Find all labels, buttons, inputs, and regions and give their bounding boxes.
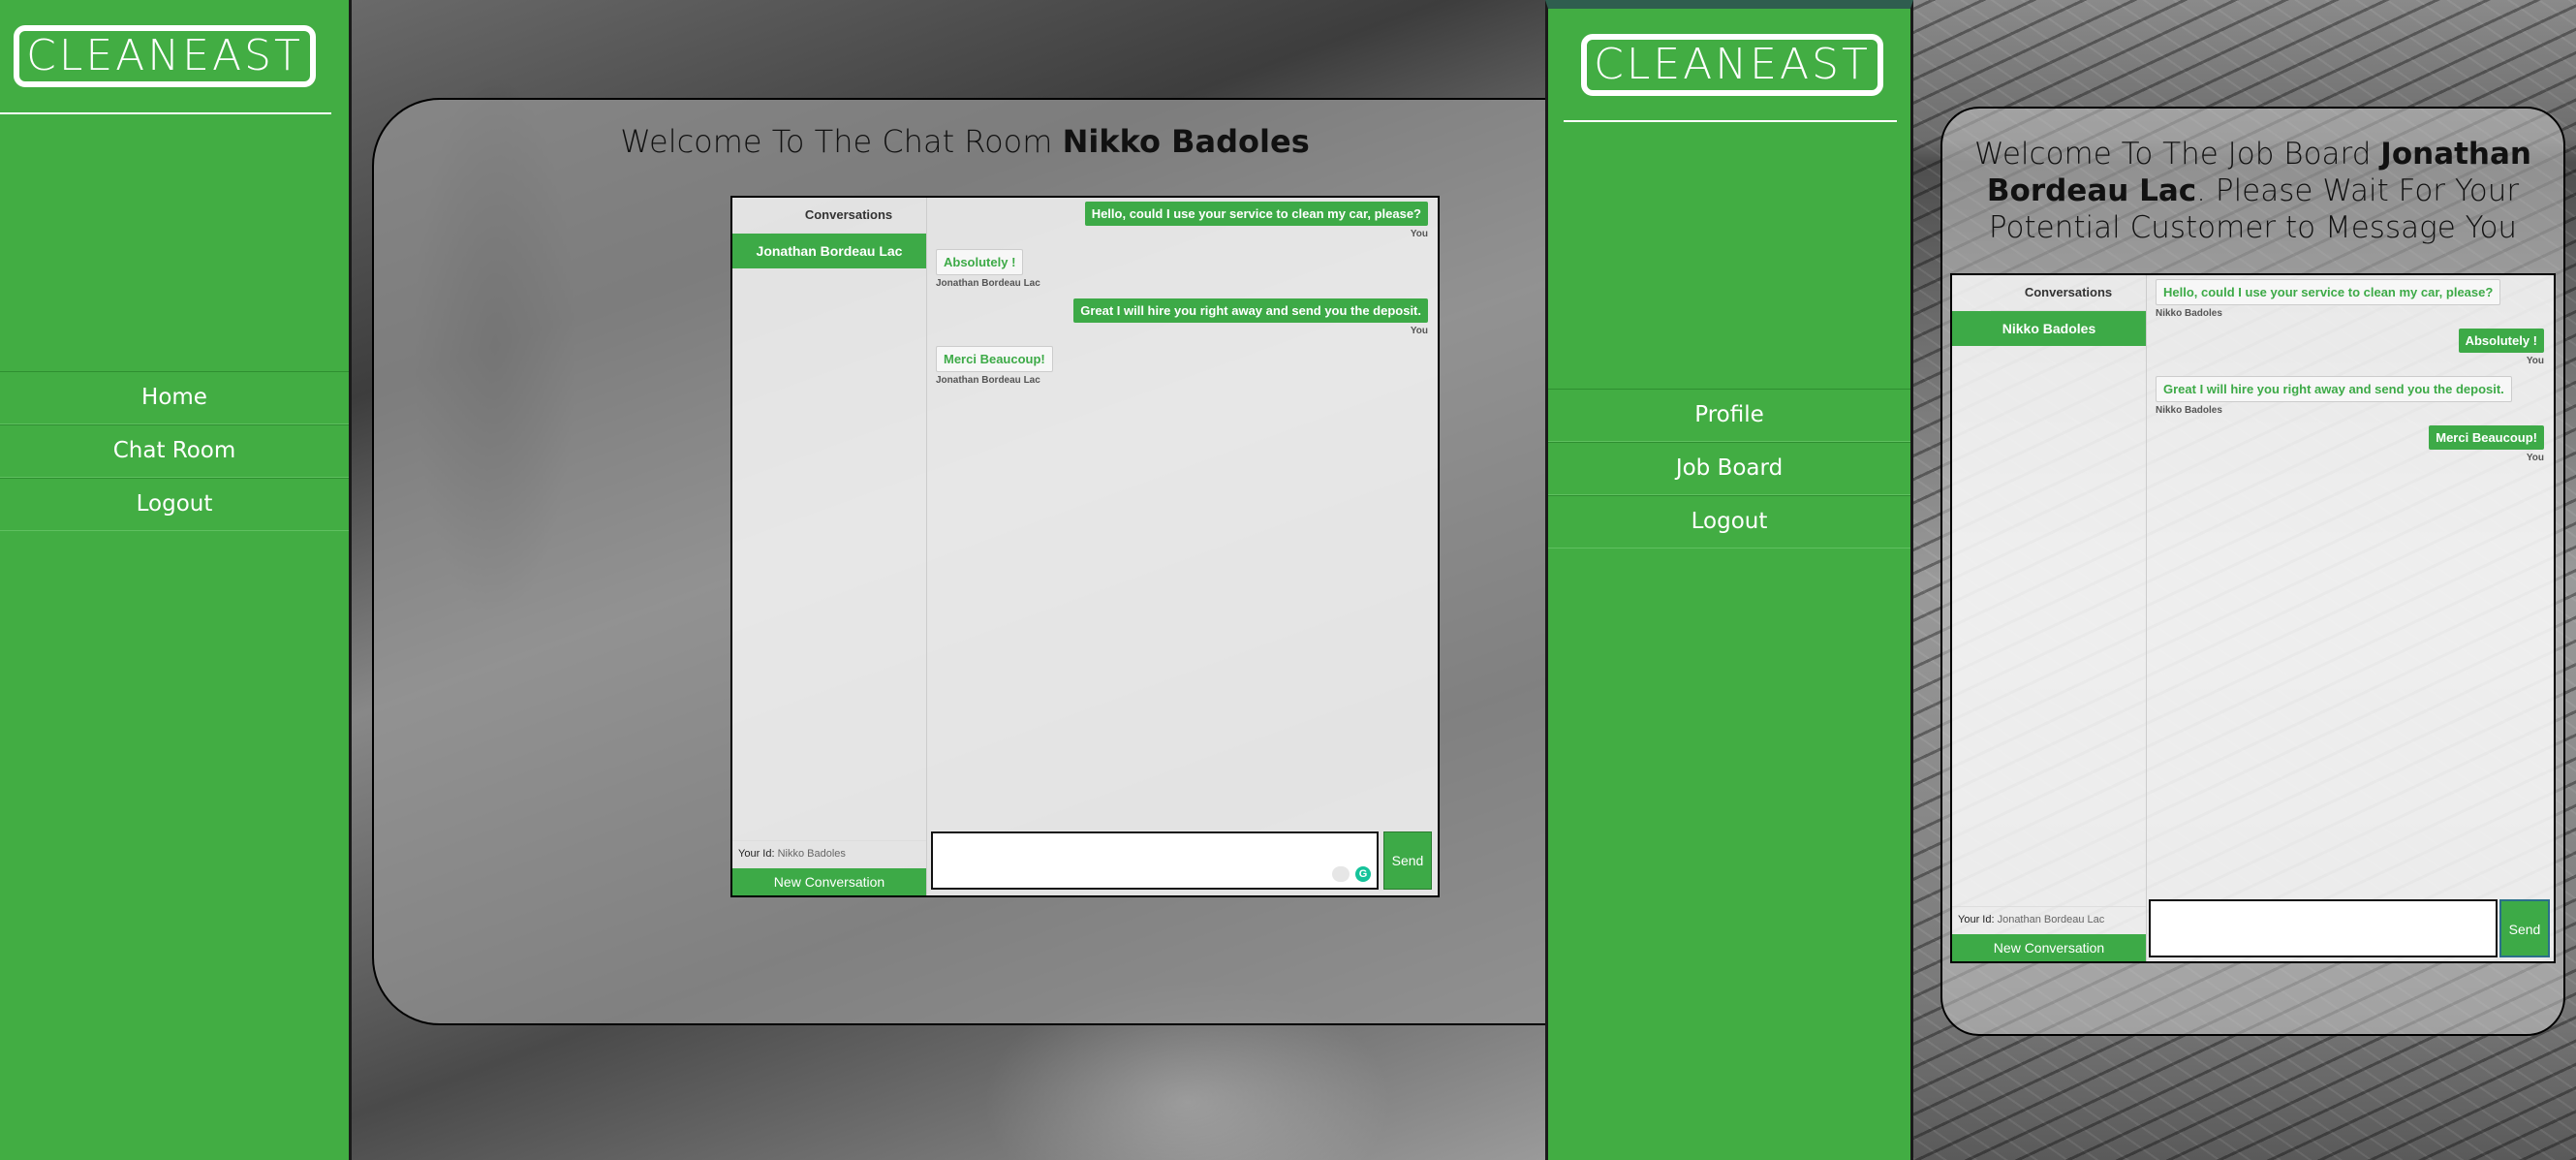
message-bubble: Absolutely ! [936,249,1024,275]
message-sender: Nikko Badoles [2156,405,2222,416]
logo-divider [0,112,331,114]
grammarly-icon[interactable]: G [1355,866,1371,882]
message-sender: You [1410,229,1428,239]
user-name: Nikko Badoles [1062,123,1310,160]
nav-logout[interactable]: Logout [0,478,349,531]
conversations-header: Conversations [1991,275,2146,311]
welcome-prefix: Welcome To The Job Board [1974,137,2381,172]
nav-logout[interactable]: Logout [1548,495,1910,549]
message: Hello, could I use your service to clean… [2156,279,2544,319]
your-id-label: Your Id: [738,848,775,860]
nav-job-board[interactable]: Job Board [1548,442,1910,495]
message-sender: Jonathan Bordeau Lac [936,375,1040,386]
send-button[interactable]: Send [1383,831,1432,890]
message-bubble: Merci Beaucoup! [936,346,1053,372]
chat-widget: Conversations Jonathan Bordeau Lac Your … [730,196,1440,897]
your-id-label: Your Id: [1958,914,1995,925]
conversation-list: Conversations Nikko Badoles Your Id: Jon… [1952,275,2147,961]
message-list: Hello, could I use your service to clean… [936,202,1428,395]
message: Hello, could I use your service to clean… [936,202,1428,239]
nav-profile[interactable]: Profile [1548,389,1910,442]
content-card: Welcome To The Chat Room Nikko Badoles C… [372,98,1545,1025]
send-button[interactable]: Send [2499,899,2550,957]
logo[interactable]: CLEANEAST [14,25,316,87]
your-id: Your Id: Nikko Badoles [732,840,926,866]
sidebar: CLEANEAST Profile Job Board Logout [1545,0,1913,1160]
your-id: Your Id: Jonathan Bordeau Lac [1952,906,2146,932]
logo-divider [1564,120,1897,122]
chat-widget: Conversations Nikko Badoles Your Id: Jon… [1950,273,2556,963]
new-conversation-button[interactable]: New Conversation [732,868,926,895]
message-bubble: Hello, could I use your service to clean… [1084,202,1428,226]
sidebar-nav: Home Chat Room Logout [0,371,349,531]
conversations-header: Conversations [771,198,926,234]
message-bubble: Absolutely ! [2458,329,2544,353]
message-list: Hello, could I use your service to clean… [2156,279,2544,473]
message: Great I will hire you right away and sen… [2156,376,2544,416]
message-sender: You [2526,356,2544,366]
new-conversation-button[interactable]: New Conversation [1952,934,2146,961]
nav-chat-room[interactable]: Chat Room [0,424,349,478]
job-board-window: CLEANEAST Profile Job Board Logout Welco… [1545,0,2576,1160]
page-title: Welcome To The Chat Room Nikko Badoles [374,123,1545,160]
message-sender: Jonathan Bordeau Lac [936,278,1040,289]
chat-room-window: CLEANEAST Home Chat Room Logout Welcome … [0,0,1545,1160]
conversation-list: Conversations Jonathan Bordeau Lac Your … [732,198,927,895]
message-sender: You [2526,453,2544,463]
message: Absolutely ! Jonathan Bordeau Lac [936,249,1428,289]
conversation-item[interactable]: Jonathan Bordeau Lac [732,234,926,268]
message-bubble: Great I will hire you right away and sen… [1073,298,1428,323]
message: Merci Beaucoup! Jonathan Bordeau Lac [936,346,1428,386]
logo[interactable]: CLEANEAST [1581,34,1883,96]
conversation-item[interactable]: Nikko Badoles [1952,311,2146,346]
page-title: Welcome To The Job Board Jonathan Bordea… [1952,136,2554,246]
message: Merci Beaucoup! You [2156,425,2544,463]
message-bubble: Hello, could I use your service to clean… [2156,279,2501,305]
your-id-value: Jonathan Bordeau Lac [1997,914,2105,925]
message: Great I will hire you right away and sen… [936,298,1428,336]
welcome-prefix: Welcome To The Chat Room [620,123,1063,160]
message: Absolutely ! You [2156,329,2544,366]
sidebar: CLEANEAST Home Chat Room Logout [0,0,352,1160]
message-sender: You [1410,326,1428,336]
grammarly-toggle-icon[interactable] [1332,866,1350,882]
message-bubble: Merci Beaucoup! [2429,425,2544,450]
content-card: Welcome To The Job Board Jonathan Bordea… [1940,107,2565,1036]
message-sender: Nikko Badoles [2156,308,2222,319]
sidebar-nav: Profile Job Board Logout [1548,389,1910,549]
message-input[interactable]: G [931,831,1379,890]
message-bubble: Great I will hire you right away and sen… [2156,376,2512,402]
your-id-value: Nikko Badoles [777,848,846,860]
nav-home[interactable]: Home [0,371,349,424]
message-input[interactable] [2149,899,2498,957]
